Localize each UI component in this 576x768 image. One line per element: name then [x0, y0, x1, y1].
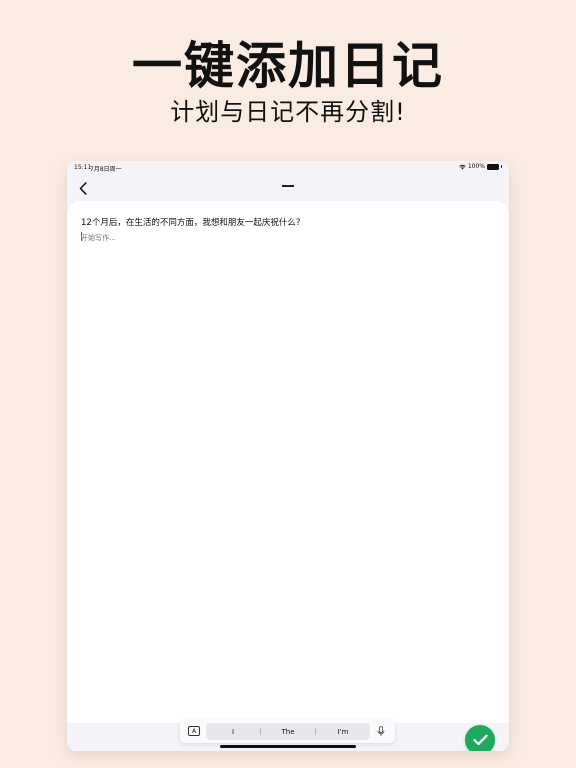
- status-time: 15:11: [74, 164, 92, 171]
- promo-title: 一键添加日记: [132, 37, 444, 95]
- keyboard-suggestion-bar: A I The I'm: [180, 720, 395, 743]
- device-screen: 15:11 7月8日周一 100% 12个月后，在生活的不同方面，我想和朋友一起…: [67, 161, 509, 751]
- suggestion-item[interactable]: I: [206, 728, 260, 736]
- home-indicator[interactable]: [220, 745, 356, 748]
- status-date: 7月8日周一: [90, 166, 122, 173]
- done-button[interactable]: [465, 725, 495, 751]
- nav-bar: [67, 175, 509, 201]
- editor-sheet: 12个月后，在生活的不同方面，我想和朋友一起庆祝什么?: [67, 201, 509, 751]
- journal-prompt: 12个月后，在生活的不同方面，我想和朋友一起庆祝什么?: [81, 218, 301, 228]
- promo-subtitle: 计划与日记不再分割!: [170, 98, 406, 126]
- journal-entry-input[interactable]: [81, 231, 491, 245]
- status-indicators: 100%: [459, 163, 502, 170]
- checkmark-icon: [472, 734, 488, 746]
- suggestion-item[interactable]: I'm: [316, 728, 370, 736]
- microphone-icon: [377, 726, 385, 736]
- chevron-left-icon: [79, 181, 87, 195]
- suggestion-list: I The I'm: [206, 723, 370, 740]
- text-caret: [81, 232, 82, 241]
- dictation-button[interactable]: [375, 725, 387, 738]
- battery-tip: [501, 165, 502, 168]
- suggestion-item[interactable]: The: [261, 728, 315, 736]
- wifi-icon: [459, 164, 466, 169]
- battery-icon: [487, 163, 499, 170]
- text-format-button[interactable]: A: [188, 726, 200, 736]
- back-button[interactable]: [75, 179, 91, 197]
- status-bar: 15:11 7月8日周一 100%: [67, 161, 509, 173]
- battery-percent: 100%: [467, 163, 485, 170]
- sheet-handle[interactable]: [282, 185, 294, 187]
